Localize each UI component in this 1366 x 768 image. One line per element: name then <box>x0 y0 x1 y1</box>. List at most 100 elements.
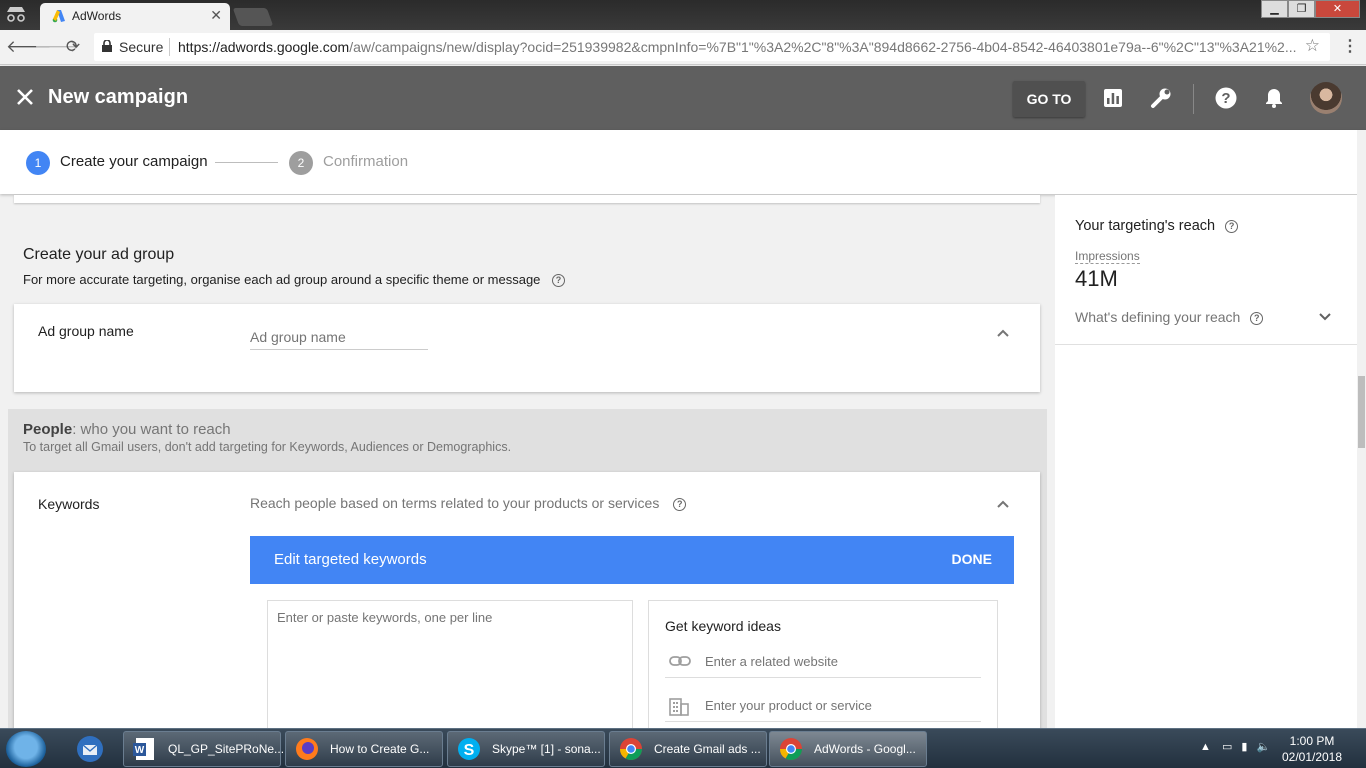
bookmark-star-icon[interactable]: ☆ <box>1305 36 1320 56</box>
impressions-label[interactable]: Impressions <box>1075 249 1140 264</box>
ad-group-name-label: Ad group name <box>38 323 134 339</box>
address-divider <box>169 38 170 56</box>
svg-text:W: W <box>135 745 145 756</box>
svg-text:S: S <box>464 742 475 759</box>
svg-text:?: ? <box>1221 90 1230 107</box>
step-1-label[interactable]: Create your campaign <box>60 153 208 170</box>
go-to-button[interactable]: GO TO <box>1013 81 1085 117</box>
browser-toolbar: 🡐 🡒 ⟳ Secure https://adwords.google.com/… <box>0 30 1366 65</box>
previous-card-edge <box>14 195 1040 203</box>
ad-group-heading: Create your ad group <box>23 246 175 263</box>
tab-close-icon[interactable]: ✕ <box>210 7 222 24</box>
people-title: People: who you want to reach <box>23 421 231 438</box>
website-row <box>665 646 981 678</box>
url-path: /aw/campaigns/new/display?ocid=251939982… <box>349 39 1297 55</box>
wrench-icon[interactable] <box>1150 87 1172 109</box>
taskbar-item-label: Skype™ [1] - sona... <box>492 742 601 756</box>
people-title-bold: People <box>23 421 73 438</box>
app-header: New campaign GO TO ? <box>0 66 1366 130</box>
windows-start-button[interactable] <box>6 731 46 767</box>
header-divider <box>1193 84 1194 114</box>
notifications-bell-icon[interactable] <box>1263 87 1285 109</box>
taskbar-item-label: QL_GP_SitePRoNe... <box>168 742 285 756</box>
url-host: https://adwords.google.com <box>178 39 350 55</box>
chevron-up-icon[interactable] <box>996 326 1010 340</box>
people-subtext: To target all Gmail users, don't add tar… <box>23 440 512 454</box>
keyword-ideas-title: Get keyword ideas <box>665 618 781 634</box>
related-website-input[interactable] <box>705 650 975 672</box>
windows-taskbar: W QL_GP_SitePRoNe... How to Create G... … <box>0 728 1366 768</box>
clock-date: 02/01/2018 <box>1281 750 1343 764</box>
campaign-stepper: 1 Create your campaign 2 Confirmation <box>0 130 1366 194</box>
keyword-ideas-panel: Get keyword ideas <box>648 600 998 740</box>
window-controls: ▁ ❐ ✕ <box>1261 0 1360 20</box>
taskbar-item-word[interactable]: W QL_GP_SitePRoNe... <box>123 731 285 767</box>
step-2-label[interactable]: Confirmation <box>323 153 408 170</box>
scrollbar-thumb[interactable] <box>1358 376 1365 448</box>
help-icon[interactable]: ? <box>1215 87 1237 109</box>
ad-group-name-input[interactable] <box>250 322 428 350</box>
new-tab-button[interactable] <box>232 8 274 26</box>
taskbar-item-label: How to Create G... <box>330 742 430 756</box>
window-close-button[interactable]: ✕ <box>1315 0 1360 18</box>
step-1-number: 1 <box>26 151 50 175</box>
firefox-icon <box>294 736 320 762</box>
reach-title: Your targeting's reach ? <box>1075 218 1239 234</box>
back-arrow-icon[interactable]: 🡐 <box>6 37 52 57</box>
maximize-button[interactable]: ❐ <box>1288 0 1315 18</box>
browser-tab-adwords[interactable]: AdWords ✕ <box>40 3 230 30</box>
reach-title-text: Your targeting's reach <box>1075 218 1216 234</box>
taskbar-item-chrome-2[interactable]: AdWords - Googl... <box>769 731 927 767</box>
defining-reach-label: What's defining your reach <box>1075 309 1241 325</box>
reload-icon[interactable]: ⟳ <box>62 37 84 57</box>
edit-keywords-bar: Edit targeted keywords DONE <box>250 536 1014 584</box>
help-circle-icon[interactable]: ? <box>1225 219 1239 233</box>
network-icon[interactable]: ▮ <box>1241 741 1247 753</box>
close-icon[interactable] <box>14 86 36 108</box>
word-doc-icon: W <box>132 736 158 762</box>
browser-menu-icon[interactable]: ⋮ <box>1342 36 1358 56</box>
browser-tab-strip: AdWords ✕ ▁ ❐ ✕ <box>0 0 1366 30</box>
done-button[interactable]: DONE <box>952 551 992 567</box>
incognito-icon <box>4 4 30 26</box>
tray-expand-icon[interactable]: ▲ <box>1200 741 1211 753</box>
people-title-rest: : who you want to reach <box>72 421 231 438</box>
help-circle-icon[interactable]: ? <box>1250 311 1264 325</box>
action-center-icon[interactable]: ▭ <box>1222 741 1232 753</box>
volume-icon[interactable]: 🔈 <box>1257 741 1271 753</box>
product-row <box>665 690 981 722</box>
reports-icon[interactable] <box>1102 87 1124 109</box>
link-icon <box>669 654 691 670</box>
taskbar-item-label: Create Gmail ads ... <box>654 742 761 756</box>
building-icon <box>669 698 689 716</box>
minimize-button[interactable]: ▁ <box>1261 0 1288 18</box>
url-text[interactable]: https://adwords.google.com/aw/campaigns/… <box>178 39 1298 55</box>
thunderbird-icon[interactable] <box>74 733 106 765</box>
impressions-value: 41M <box>1075 266 1118 291</box>
chevron-up-icon[interactable] <box>996 497 1010 511</box>
taskbar-item-skype[interactable]: S Skype™ [1] - sona... <box>447 731 605 767</box>
chevron-down-icon[interactable] <box>1318 310 1332 324</box>
clock-time: 1:00 PM <box>1289 734 1335 748</box>
system-tray: ▲ ▭ ▮ 🔈 <box>1200 740 1270 753</box>
product-service-input[interactable] <box>705 694 975 716</box>
taskbar-item-firefox[interactable]: How to Create G... <box>285 731 443 767</box>
ad-group-name-card: Ad group name <box>14 304 1040 392</box>
keywords-textarea[interactable] <box>267 600 633 740</box>
forward-arrow-icon[interactable]: 🡒 <box>34 37 80 57</box>
taskbar-item-chrome-1[interactable]: Create Gmail ads ... <box>609 731 767 767</box>
help-circle-icon[interactable]: ? <box>673 497 687 511</box>
chrome-icon <box>778 736 804 762</box>
keywords-card: Keywords Reach people based on terms rel… <box>14 472 1040 740</box>
keywords-description: Reach people based on terms related to y… <box>250 495 687 511</box>
help-circle-icon[interactable]: ? <box>552 274 566 288</box>
page-title: New campaign <box>48 86 189 108</box>
ad-group-subtext: For more accurate targeting, organise ea… <box>23 272 566 288</box>
adwords-logo-icon <box>52 9 66 23</box>
avatar[interactable] <box>1310 82 1342 114</box>
reach-sidebar: Your targeting's reach ? Impressions 41M… <box>1055 195 1357 729</box>
taskbar-clock[interactable]: 1:00 PM 02/01/2018 <box>1276 733 1348 765</box>
defining-reach[interactable]: What's defining your reach ? <box>1075 309 1264 325</box>
keywords-description-text: Reach people based on terms related to y… <box>250 495 660 511</box>
address-bar[interactable]: Secure https://adwords.google.com/aw/cam… <box>94 33 1330 61</box>
